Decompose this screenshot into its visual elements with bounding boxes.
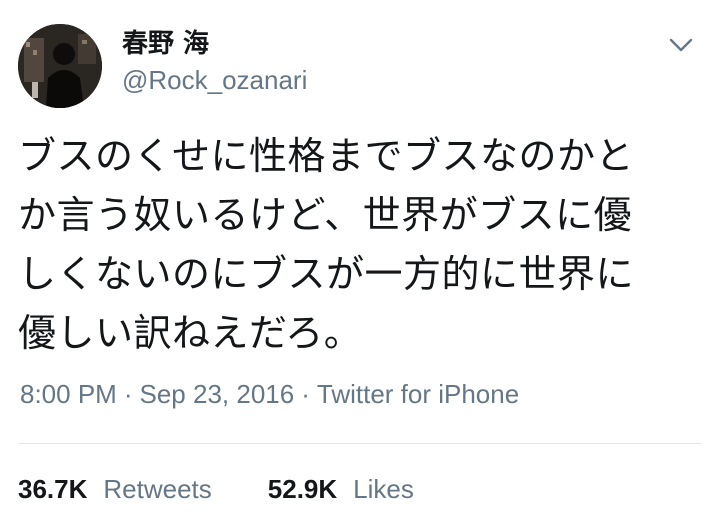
user-avatar-photo xyxy=(18,24,102,108)
tweet-date[interactable]: Sep 23, 2016 xyxy=(140,379,295,409)
likes-label: Likes xyxy=(353,474,414,504)
retweets-count: 36.7K xyxy=(18,474,88,504)
retweets-label: Retweets xyxy=(103,474,212,504)
tweet-text-line: 優しい訳ねえだろ。 xyxy=(18,311,363,355)
divider xyxy=(18,443,702,444)
tweet-time[interactable]: 8:00 PM xyxy=(20,379,117,409)
likes-count: 52.9K xyxy=(267,474,338,504)
user-handle[interactable]: @Rock_ozanari xyxy=(122,65,307,95)
tweet-card: 春野 海 @Rock_ozanari ブスのくせに性格までブスなのかと か言う奴… xyxy=(0,0,720,530)
tweet-stats: 36.7K Retweets 52.9K Likes xyxy=(18,472,414,506)
tweet-source[interactable]: Twitter for iPhone xyxy=(317,379,519,409)
tweet-text: ブスのくせに性格までブスなのかと か言う奴いるけど、世界がブスに優 しくないのに… xyxy=(18,127,708,363)
user-names: 春野 海 @Rock_ozanari xyxy=(122,28,307,95)
retweets-stat[interactable]: 36.7K Retweets xyxy=(18,472,212,506)
tweet-text-line: しくないのにブスが一方的に世界に xyxy=(18,252,635,296)
chevron-down-icon[interactable] xyxy=(668,36,694,54)
tweet-text-line: ブスのくせに性格までブスなのかと xyxy=(18,134,635,178)
display-name[interactable]: 春野 海 xyxy=(122,28,307,60)
tweet-metadata: 8:00 PM · Sep 23, 2016 · Twitter for iPhone xyxy=(20,378,519,410)
meta-separator: · xyxy=(301,379,310,409)
meta-separator: · xyxy=(123,379,133,409)
likes-stat[interactable]: 52.9K Likes xyxy=(268,472,414,506)
tweet-text-line: か言う奴いるけど、世界がブスに優 xyxy=(18,193,633,237)
avatar[interactable] xyxy=(18,24,102,108)
